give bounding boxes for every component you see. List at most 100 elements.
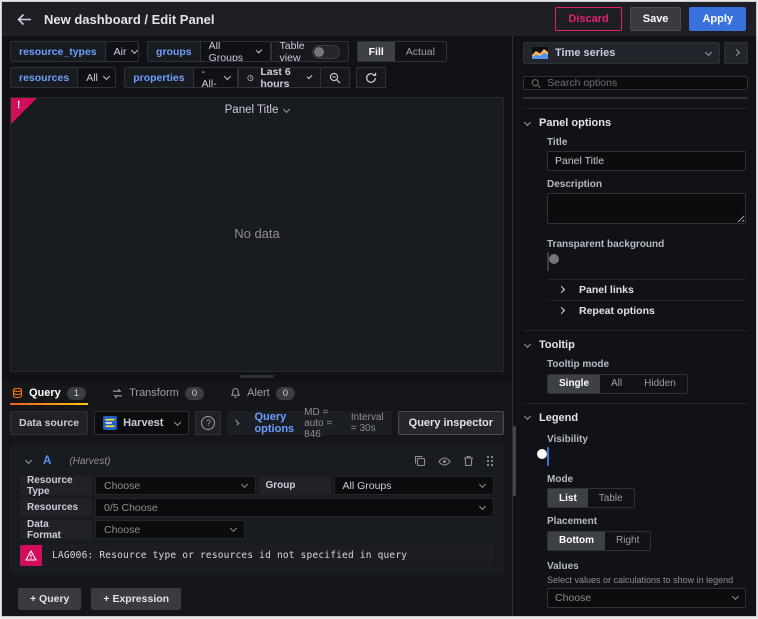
tooltip-mode-single[interactable]: Single bbox=[548, 374, 601, 393]
resource-type-row: Resource Type Choose Group All Groups bbox=[20, 475, 494, 497]
zoom-out-button[interactable] bbox=[320, 67, 350, 88]
apply-button[interactable]: Apply bbox=[689, 7, 746, 31]
datasource-picker[interactable]: Harvest bbox=[94, 411, 190, 435]
page-title: New dashboard / Edit Panel bbox=[44, 11, 215, 27]
chevron-down-icon bbox=[283, 105, 291, 114]
add-query-button[interactable]: + Query bbox=[18, 588, 82, 610]
chevron-down-icon bbox=[229, 524, 238, 533]
options-search[interactable] bbox=[523, 76, 748, 90]
legend-body: Visibility Mode List Table Placement Bot… bbox=[523, 434, 748, 608]
legend-values-label: Values bbox=[547, 560, 579, 572]
back-button[interactable] bbox=[12, 7, 36, 31]
section-legend: Legend Visibility Mode List Table Placem… bbox=[523, 402, 748, 608]
actual-option[interactable]: Actual bbox=[395, 42, 446, 61]
tooltip-mode-all[interactable]: All bbox=[600, 375, 633, 393]
refresh-button[interactable] bbox=[355, 67, 386, 88]
query-editor-area: Data source Harvest ? Query options MD =… bbox=[2, 405, 512, 616]
datasource-label: Data source bbox=[10, 411, 89, 435]
legend-values-select[interactable]: Choose bbox=[547, 587, 746, 608]
table-view-toggle[interactable] bbox=[311, 44, 340, 59]
filter-properties[interactable]: properties -All- bbox=[124, 67, 239, 88]
filter-value-dropdown[interactable]: All Groups bbox=[200, 42, 270, 61]
repeat-options-row[interactable]: Repeat options bbox=[547, 300, 746, 321]
query-options-link[interactable]: Query options bbox=[254, 411, 294, 435]
add-expression-button[interactable]: + Expression bbox=[91, 588, 182, 610]
options-search-input[interactable] bbox=[547, 77, 740, 89]
drag-query-handle[interactable] bbox=[486, 455, 494, 467]
bell-icon bbox=[230, 388, 241, 398]
placement-right[interactable]: Right bbox=[605, 532, 650, 550]
chevron-down-icon bbox=[131, 46, 139, 55]
group-label: Group bbox=[258, 476, 331, 495]
tab-query[interactable]: Query 1 bbox=[10, 381, 89, 405]
duplicate-query-button[interactable] bbox=[414, 455, 426, 467]
legend-visibility-toggle[interactable] bbox=[537, 446, 549, 466]
disable-query-button[interactable] bbox=[438, 456, 451, 467]
datasource-help-button[interactable]: ? bbox=[195, 411, 222, 435]
chevron-down-icon bbox=[240, 480, 248, 489]
error-message: LAG006: Resource type or resources id no… bbox=[52, 550, 408, 561]
max-data-points-summary: MD = auto = 846 bbox=[304, 406, 333, 440]
resource-type-select[interactable]: Choose bbox=[95, 476, 256, 495]
tooltip-mode-hidden[interactable]: Hidden bbox=[633, 375, 687, 393]
panel-links-row[interactable]: Panel links bbox=[547, 279, 746, 300]
sidebar-scrollbar[interactable] bbox=[513, 426, 516, 496]
discard-button[interactable]: Discard bbox=[555, 7, 622, 31]
drag-handle[interactable] bbox=[240, 375, 274, 378]
filter-label: resource_types bbox=[11, 42, 106, 61]
filter-resources[interactable]: resources All bbox=[10, 67, 117, 88]
clock-icon bbox=[247, 74, 254, 81]
legend-placement-label: Placement bbox=[547, 516, 598, 527]
save-button[interactable]: Save bbox=[629, 7, 682, 31]
visualization-picker[interactable]: Time series bbox=[523, 42, 720, 64]
tab-badge: 0 bbox=[184, 386, 205, 400]
filter-resource-types[interactable]: resource_types Air bbox=[10, 41, 140, 62]
placement-bottom[interactable]: Bottom bbox=[548, 531, 605, 550]
error-icon-box bbox=[20, 545, 42, 566]
delete-query-button[interactable] bbox=[463, 455, 474, 467]
description-textarea[interactable] bbox=[547, 193, 746, 224]
query-error-banner: LAG006: Resource type or resources id no… bbox=[20, 545, 494, 566]
filter-groups[interactable]: groups All Groups bbox=[147, 41, 271, 62]
time-range-picker[interactable]: Last 6 hours bbox=[238, 66, 321, 90]
help-icon: ? bbox=[201, 416, 216, 430]
panel-options-body: Title Description Transparent background… bbox=[523, 137, 748, 321]
filter-value-dropdown[interactable]: All bbox=[78, 68, 116, 87]
legend-mode-group: List Table bbox=[547, 488, 635, 508]
panel-title-input[interactable] bbox=[547, 151, 746, 171]
filter-value-dropdown[interactable]: -All- bbox=[193, 68, 238, 87]
tab-alert[interactable]: Alert 0 bbox=[228, 381, 297, 405]
fill-option[interactable]: Fill bbox=[357, 42, 395, 61]
tooltip-heading[interactable]: Tooltip bbox=[523, 339, 748, 351]
copy-icon bbox=[414, 455, 426, 467]
data-format-select[interactable]: Choose bbox=[95, 520, 245, 539]
panel-title-menu[interactable]: Panel Title bbox=[11, 98, 503, 116]
visibility-label: Visibility bbox=[547, 433, 588, 445]
resources-select[interactable]: 0/5 Choose bbox=[95, 498, 494, 517]
chevron-right-icon bbox=[557, 285, 566, 293]
panel-error-mark: ! bbox=[17, 100, 21, 111]
panel-options-heading[interactable]: Panel options bbox=[523, 117, 748, 129]
legend-mode-list[interactable]: List bbox=[548, 489, 588, 507]
transparent-background-toggle[interactable] bbox=[547, 252, 559, 271]
section-tooltip: Tooltip Tooltip mode Single All Hidden bbox=[523, 330, 748, 394]
data-format-label: Data Format bbox=[20, 519, 92, 541]
no-data-message: No data bbox=[234, 225, 280, 241]
filter-value-dropdown[interactable]: Air bbox=[105, 42, 139, 61]
chevron-down-icon bbox=[704, 48, 713, 56]
panel-error-corner[interactable] bbox=[11, 98, 37, 124]
options-sidebar: Time series All Overrides Panel options bbox=[512, 36, 756, 616]
query-inspector-button[interactable]: Query inspector bbox=[397, 411, 504, 435]
pane-resize-divider[interactable] bbox=[2, 372, 512, 381]
query-footer-buttons: + Query + Expression bbox=[10, 588, 504, 610]
query-row-header[interactable]: A (Harvest) bbox=[20, 449, 494, 473]
section-panel-options: Panel options Title Description Transpar… bbox=[523, 108, 748, 321]
group-select[interactable]: All Groups bbox=[333, 476, 494, 495]
query-row-actions bbox=[414, 455, 494, 467]
legend-heading[interactable]: Legend bbox=[523, 412, 748, 424]
legend-mode-table[interactable]: Table bbox=[588, 489, 634, 507]
datasource-row: Data source Harvest ? Query options MD =… bbox=[10, 407, 504, 440]
toggle-options-pane-button[interactable] bbox=[724, 42, 748, 64]
tab-transform[interactable]: Transform 0 bbox=[110, 381, 206, 405]
resources-label: Resources bbox=[20, 498, 92, 517]
